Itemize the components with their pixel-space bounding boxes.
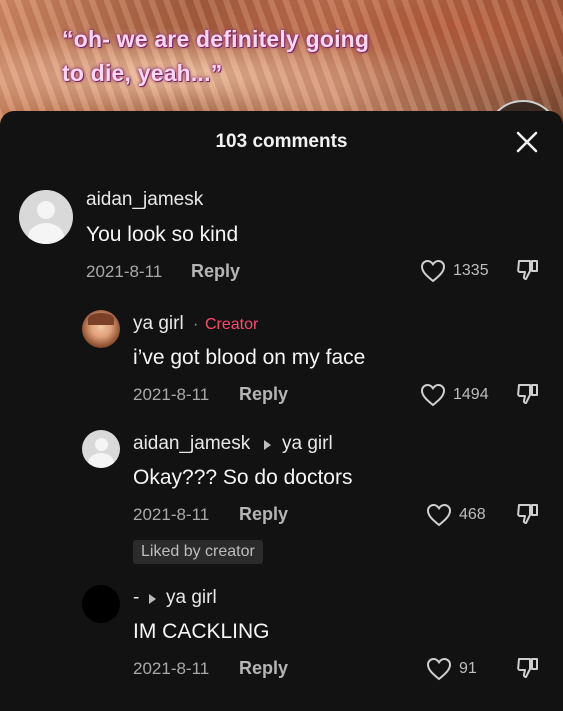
reply-button[interactable]: Reply	[191, 261, 240, 282]
comment-text: Okay??? So do doctors	[133, 466, 353, 489]
reply-arrow-icon	[264, 440, 271, 450]
comment-date: 2021-8-11	[133, 385, 210, 404]
close-button[interactable]	[515, 130, 539, 154]
avatar[interactable]	[82, 310, 120, 348]
reply-button[interactable]: Reply	[239, 384, 288, 405]
dislike-icon[interactable]	[515, 381, 541, 407]
comment-username[interactable]: ya girl	[133, 313, 184, 335]
dislike-icon[interactable]	[515, 501, 541, 527]
comments-header: 103 comments	[0, 111, 563, 169]
creator-badge: Creator	[205, 316, 259, 333]
comment-username[interactable]: aidan_jamesk	[86, 189, 203, 211]
like-count: 468	[459, 506, 486, 523]
comment-date: 2021-8-11	[86, 262, 163, 281]
reply-target-username[interactable]: ya girl	[282, 433, 333, 455]
comment-username[interactable]: aidan_jamesk	[133, 433, 250, 455]
reply-target-username[interactable]: ya girl	[166, 587, 217, 609]
heart-icon[interactable]	[420, 383, 446, 407]
reply-arrow-icon	[149, 594, 156, 604]
heart-icon[interactable]	[426, 503, 452, 527]
avatar[interactable]	[82, 585, 120, 623]
dislike-icon[interactable]	[515, 257, 541, 283]
comment-date: 2021-8-11	[133, 505, 210, 524]
comment-text: i’ve got blood on my face	[133, 346, 366, 369]
close-icon	[516, 131, 538, 153]
comment-text: IM CACKLING	[133, 620, 270, 643]
comments-sheet: 103 comments aidan_jamesk You look so ki…	[0, 111, 563, 711]
heart-icon[interactable]	[426, 657, 452, 681]
like-count: 1335	[453, 262, 489, 279]
avatar[interactable]	[82, 430, 120, 468]
comment-text: You look so kind	[86, 223, 239, 246]
comment-count: 103 comments	[215, 131, 348, 152]
reply-button[interactable]: Reply	[239, 658, 288, 679]
avatar[interactable]	[19, 190, 73, 244]
reply-button[interactable]: Reply	[239, 504, 288, 525]
comment-username[interactable]: -	[133, 587, 139, 609]
comment-date: 2021-8-11	[133, 659, 210, 678]
heart-icon[interactable]	[420, 259, 446, 283]
video-caption: “oh- we are definitely going to die, yea…	[62, 26, 370, 86]
like-count: 91	[459, 660, 477, 677]
dislike-icon[interactable]	[515, 655, 541, 681]
like-count: 1494	[453, 386, 489, 403]
creator-separator: ·	[193, 316, 199, 333]
liked-by-creator-badge: Liked by creator	[133, 540, 263, 564]
